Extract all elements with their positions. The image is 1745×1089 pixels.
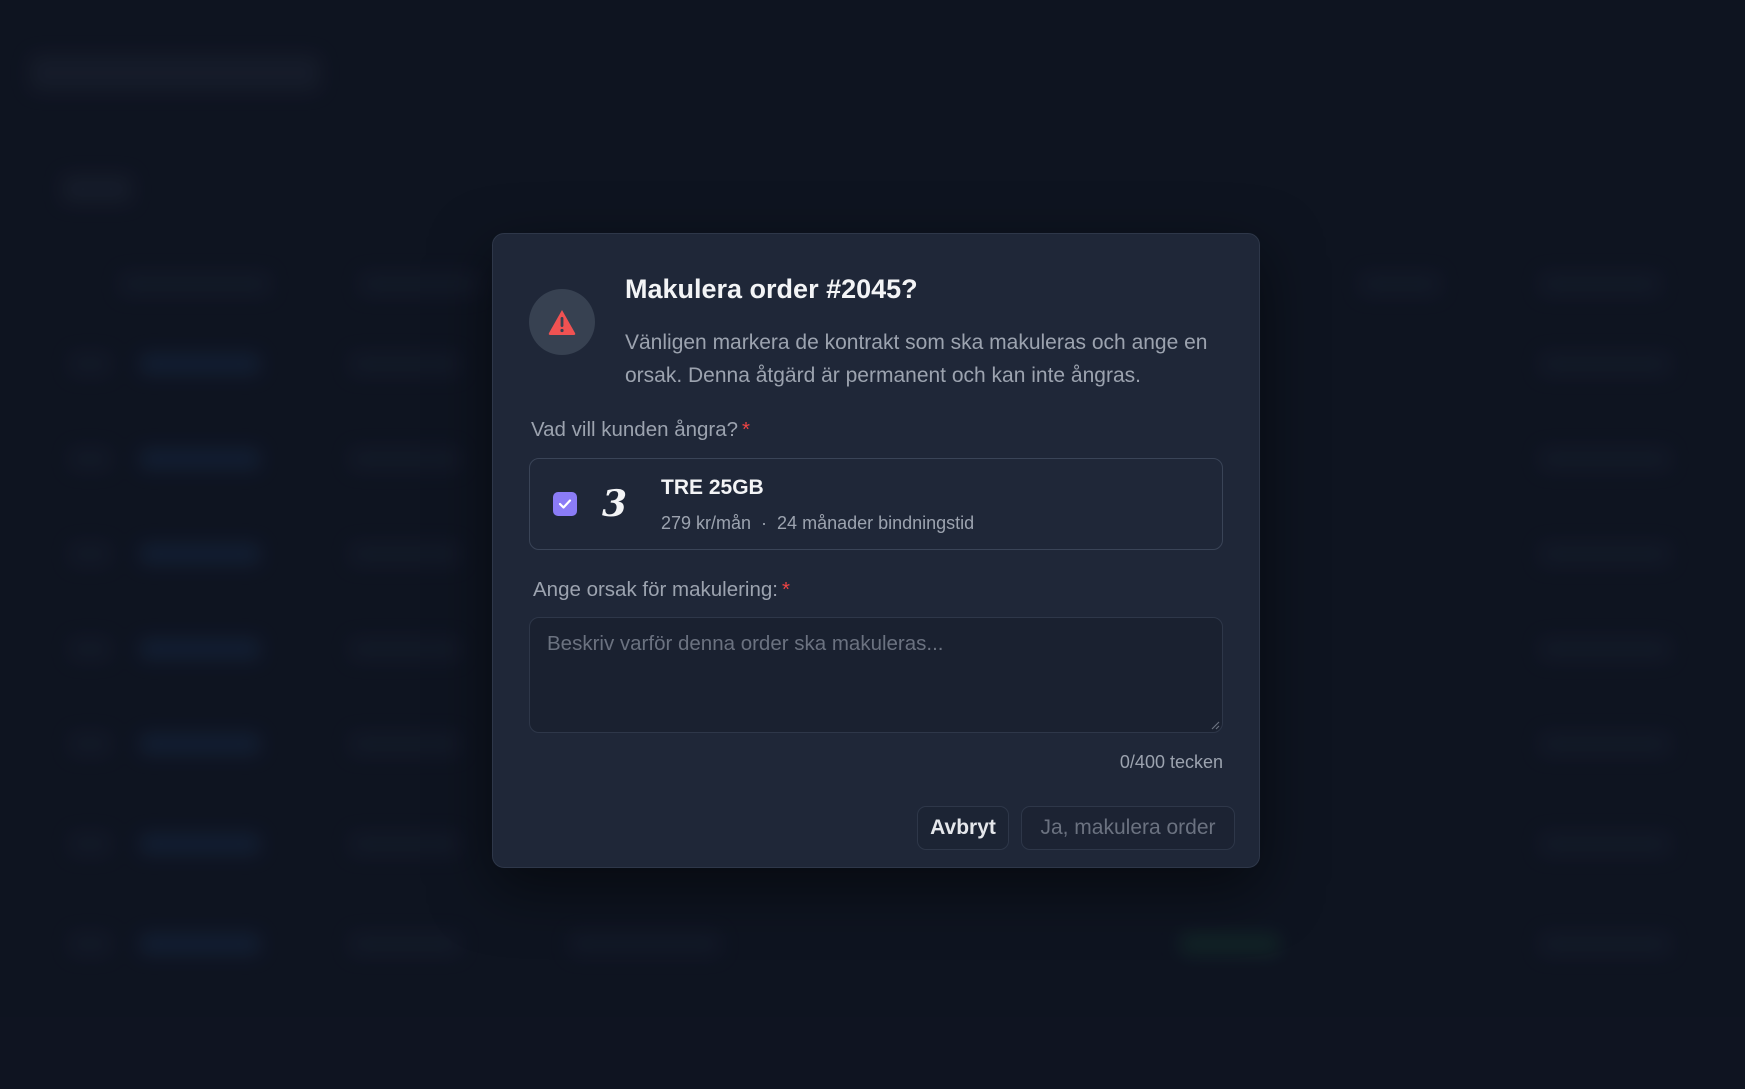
contract-meta: 279 kr/mån · 24 månader bindningstid (661, 513, 974, 534)
reason-label: Ange orsak för makulering: * (533, 578, 790, 602)
dialog-title: Makulera order #2045? (625, 274, 918, 304)
contract-option[interactable]: 3 TRE 25GB 279 kr/mån · 24 månader bindnin… (529, 458, 1223, 550)
warning-triangle-icon (548, 310, 576, 335)
resize-handle-icon[interactable] (1211, 721, 1220, 730)
character-counter: 0/400 tecken (1119, 752, 1223, 772)
reason-label-text: Ange orsak för makulering: (533, 578, 778, 601)
contracts-label-text: Vad vill kunden ångra? (531, 418, 739, 441)
contract-checkbox[interactable] (553, 492, 577, 516)
checkmark-icon (558, 499, 572, 509)
required-marker: * (742, 418, 751, 441)
contract-price: 279 kr/mån (661, 513, 752, 533)
dialog-description: Vänligen markera de kontrakt som ska mak… (625, 331, 1208, 387)
required-marker: * (781, 578, 790, 601)
tre-logo-icon: 3 (602, 483, 628, 525)
cancel-button[interactable]: Avbryt (917, 806, 1009, 850)
cancel-order-dialog: Makulera order #2045? Vänligen markera d… (492, 233, 1260, 868)
confirm-cancel-order-button[interactable]: Ja, makulera order (1021, 806, 1235, 850)
meta-separator: · (761, 513, 768, 533)
contract-name: TRE 25GB (661, 476, 764, 499)
contract-binding: 24 månader bindningstid (777, 513, 975, 533)
reason-textarea[interactable] (529, 617, 1223, 733)
warning-badge (529, 289, 595, 355)
contracts-label: Vad vill kunden ångra? * (531, 418, 750, 442)
